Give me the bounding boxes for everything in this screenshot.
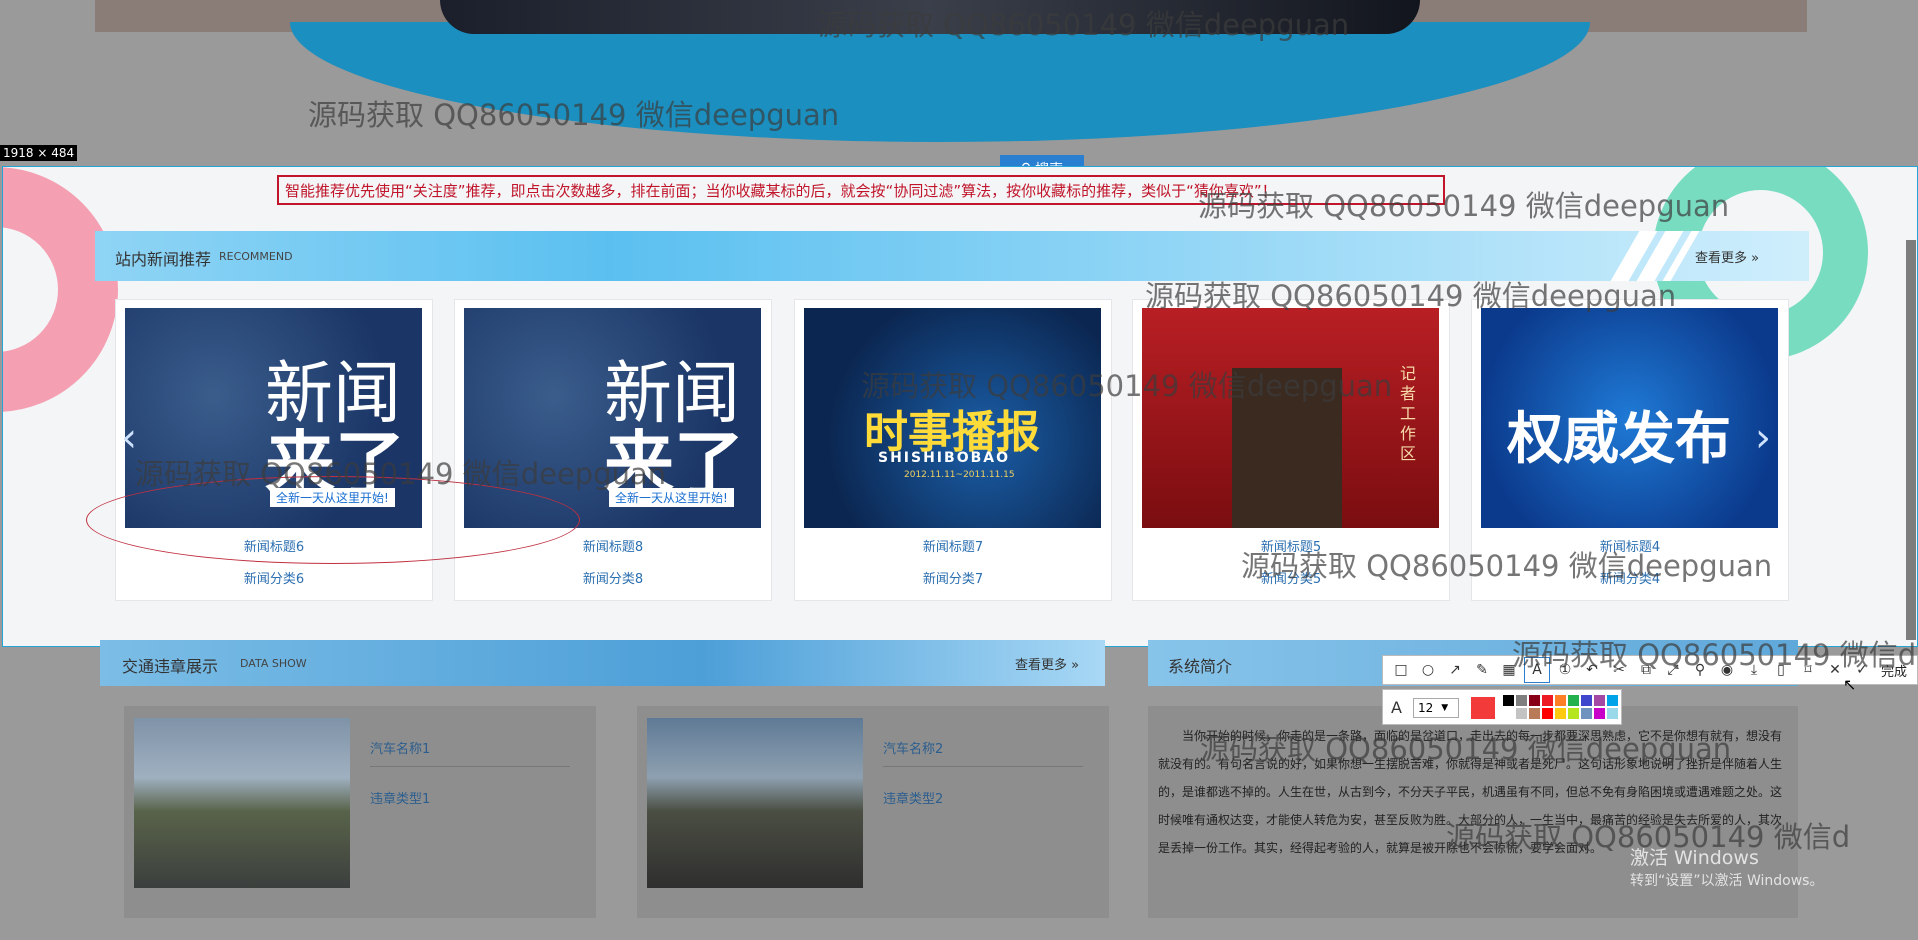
car-card[interactable]: 汽车名称2 违章类型2 — [637, 706, 1109, 918]
traffic-more-link[interactable]: 查看更多 » — [1015, 654, 1079, 673]
recommend-more-link[interactable]: 查看更多 » — [1695, 247, 1759, 266]
intro-title: 系统简介 — [1168, 657, 1233, 676]
color-swatch[interactable] — [1503, 708, 1514, 719]
color-swatch[interactable] — [1581, 708, 1592, 719]
news-card[interactable]: 新闻 来了 全新一天从这里开始! 新闻标题8 新闻分类8 — [454, 299, 772, 601]
color-swatch[interactable] — [1581, 695, 1592, 706]
recommend-notice: 智能推荐优先使用“关注度”推荐，即点击次数越多，排在前面；当你收藏某标的后，就会… — [277, 175, 1445, 205]
record-icon[interactable]: ◉ — [1715, 658, 1739, 682]
download-icon[interactable]: ⤓ — [1742, 658, 1766, 682]
traffic-title: 交通违章展示 — [122, 657, 219, 676]
color-swatch[interactable] — [1568, 708, 1579, 719]
color-swatch[interactable] — [1594, 695, 1605, 706]
save-icon[interactable]: ▯ — [1769, 658, 1793, 682]
color-swatch[interactable] — [1568, 695, 1579, 706]
scrollbar[interactable] — [1906, 240, 1916, 640]
image-text: SHISHIBOBAO — [878, 450, 1010, 466]
news-title[interactable]: 新闻标题5 — [1133, 536, 1449, 555]
pen-icon[interactable]: ✎ — [1470, 658, 1494, 682]
chevron-down-icon: ▼ — [1441, 703, 1449, 713]
color-palette — [1503, 695, 1618, 721]
font-icon: A — [1391, 698, 1402, 717]
car-name[interactable]: 汽车名称1 — [370, 738, 430, 757]
news-title[interactable]: 新闻标题7 — [795, 536, 1111, 555]
color-swatch[interactable] — [1516, 695, 1527, 706]
doorway — [1232, 368, 1342, 528]
car-card[interactable]: 汽车名称1 违章类型1 — [124, 706, 596, 918]
divider — [370, 766, 570, 767]
news-image[interactable]: 时事播报 SHISHIBOBAO 2012.11.11~2011.11.15 — [804, 308, 1101, 528]
undo-icon[interactable]: ↶ — [1580, 658, 1604, 682]
text-options-panel: A 12 ▼ — [1382, 689, 1622, 725]
arrow-icon[interactable]: ↗ — [1443, 658, 1467, 682]
divider — [883, 766, 1083, 767]
banner-wave — [290, 22, 1590, 142]
color-swatch[interactable] — [1594, 708, 1605, 719]
news-category[interactable]: 新闻分类8 — [455, 568, 771, 587]
font-size-value: 12 — [1418, 701, 1434, 715]
news-category[interactable]: 新闻分类7 — [795, 568, 1111, 587]
color-swatch[interactable] — [1542, 695, 1553, 706]
intro-text: 当你开始的时候，你走的是一条路，面临的是岔道口，走出去的每一步都要深思熟虑，它不… — [1158, 729, 1783, 855]
serial-number-icon[interactable]: ① — [1553, 658, 1577, 682]
copy-icon[interactable]: ⧉ — [1634, 658, 1658, 682]
news-category[interactable]: 新闻分类5 — [1133, 568, 1449, 587]
news-card[interactable]: 权威发布 新闻标题4 新闻分类4 — [1471, 299, 1789, 601]
scale-icon[interactable]: ⤢ — [1661, 658, 1685, 682]
color-swatch[interactable] — [1555, 695, 1566, 706]
traffic-subtitle: DATA SHOW — [240, 657, 307, 670]
current-color-swatch[interactable] — [1471, 697, 1495, 719]
annotation-ellipse — [86, 476, 580, 564]
image-caption: 全新一天从这里开始! — [609, 488, 734, 507]
carousel-prev-icon[interactable]: ‹ — [121, 415, 137, 461]
windows-activation-subtitle: 转到“设置”以激活 Windows。 — [1630, 873, 1824, 889]
ellipse-icon[interactable]: ○ — [1416, 658, 1440, 682]
windows-activation-title: 激活 Windows — [1630, 847, 1759, 869]
color-swatch[interactable] — [1516, 708, 1527, 719]
news-image[interactable]: 权威发布 — [1481, 308, 1778, 528]
color-swatch[interactable] — [1542, 708, 1553, 719]
news-image[interactable]: 记者工作区 — [1142, 308, 1439, 528]
car-image[interactable] — [647, 718, 863, 888]
color-swatch[interactable] — [1555, 708, 1566, 719]
car-name[interactable]: 汽车名称2 — [883, 738, 943, 757]
color-swatch[interactable] — [1607, 695, 1618, 706]
image-caption: 2012.11.11~2011.11.15 — [904, 470, 1015, 480]
color-swatch[interactable] — [1529, 708, 1540, 719]
rectangle-icon[interactable]: □ — [1389, 658, 1413, 682]
cut-icon[interactable]: ✂ — [1607, 658, 1631, 682]
recommend-header: 站内新闻推荐 RECOMMEND 查看更多 » — [95, 231, 1809, 281]
done-button[interactable]: 完成 — [1881, 661, 1907, 680]
capture-size-label: 1918 × 484 — [0, 145, 78, 161]
violation-type: 违章类型1 — [370, 792, 431, 807]
traffic-header: 交通违章展示 DATA SHOW 查看更多 » — [100, 640, 1105, 686]
screenshot-toolbar: □ ○ ↗ ✎ ▦ A ① ↶ ✂ ⧉ ⤢ ⚲ ◉ ⤓ ▯ ⌑ ✕ ✓ 完成 — [1382, 655, 1918, 685]
decorative-ring — [3, 167, 118, 412]
news-category[interactable]: 新闻分类6 — [116, 568, 432, 587]
banner-car-image — [440, 0, 1420, 34]
pin-icon[interactable]: ⚲ — [1688, 658, 1712, 682]
color-swatch[interactable] — [1503, 695, 1514, 706]
violation-type: 违章类型2 — [883, 792, 944, 807]
image-text: 记者工作区 — [1400, 364, 1417, 463]
carousel-next-icon[interactable]: › — [1755, 415, 1771, 461]
recommend-subtitle: RECOMMEND — [219, 250, 293, 263]
mosaic-icon[interactable]: ▦ — [1497, 658, 1521, 682]
capture-region[interactable]: 智能推荐优先使用“关注度”推荐，即点击次数越多，排在前面；当你收藏某标的后，就会… — [2, 166, 1918, 647]
news-card[interactable]: 时事播报 SHISHIBOBAO 2012.11.11~2011.11.15 新… — [794, 299, 1112, 601]
font-size-select[interactable]: 12 ▼ — [1413, 698, 1459, 718]
bookmark-icon[interactable]: ⌑ — [1796, 658, 1820, 682]
color-swatch[interactable] — [1529, 695, 1540, 706]
cursor-icon: ↖ — [1843, 675, 1857, 694]
text-icon[interactable]: A — [1524, 657, 1550, 683]
news-category[interactable]: 新闻分类4 — [1472, 568, 1788, 587]
image-text: 权威发布 — [1507, 407, 1731, 472]
color-swatch[interactable] — [1607, 708, 1618, 719]
news-title[interactable]: 新闻标题4 — [1472, 536, 1788, 555]
car-image[interactable] — [134, 718, 350, 888]
recommend-title: 站内新闻推荐 — [115, 250, 212, 269]
news-card[interactable]: 记者工作区 新闻标题5 新闻分类5 — [1132, 299, 1450, 601]
